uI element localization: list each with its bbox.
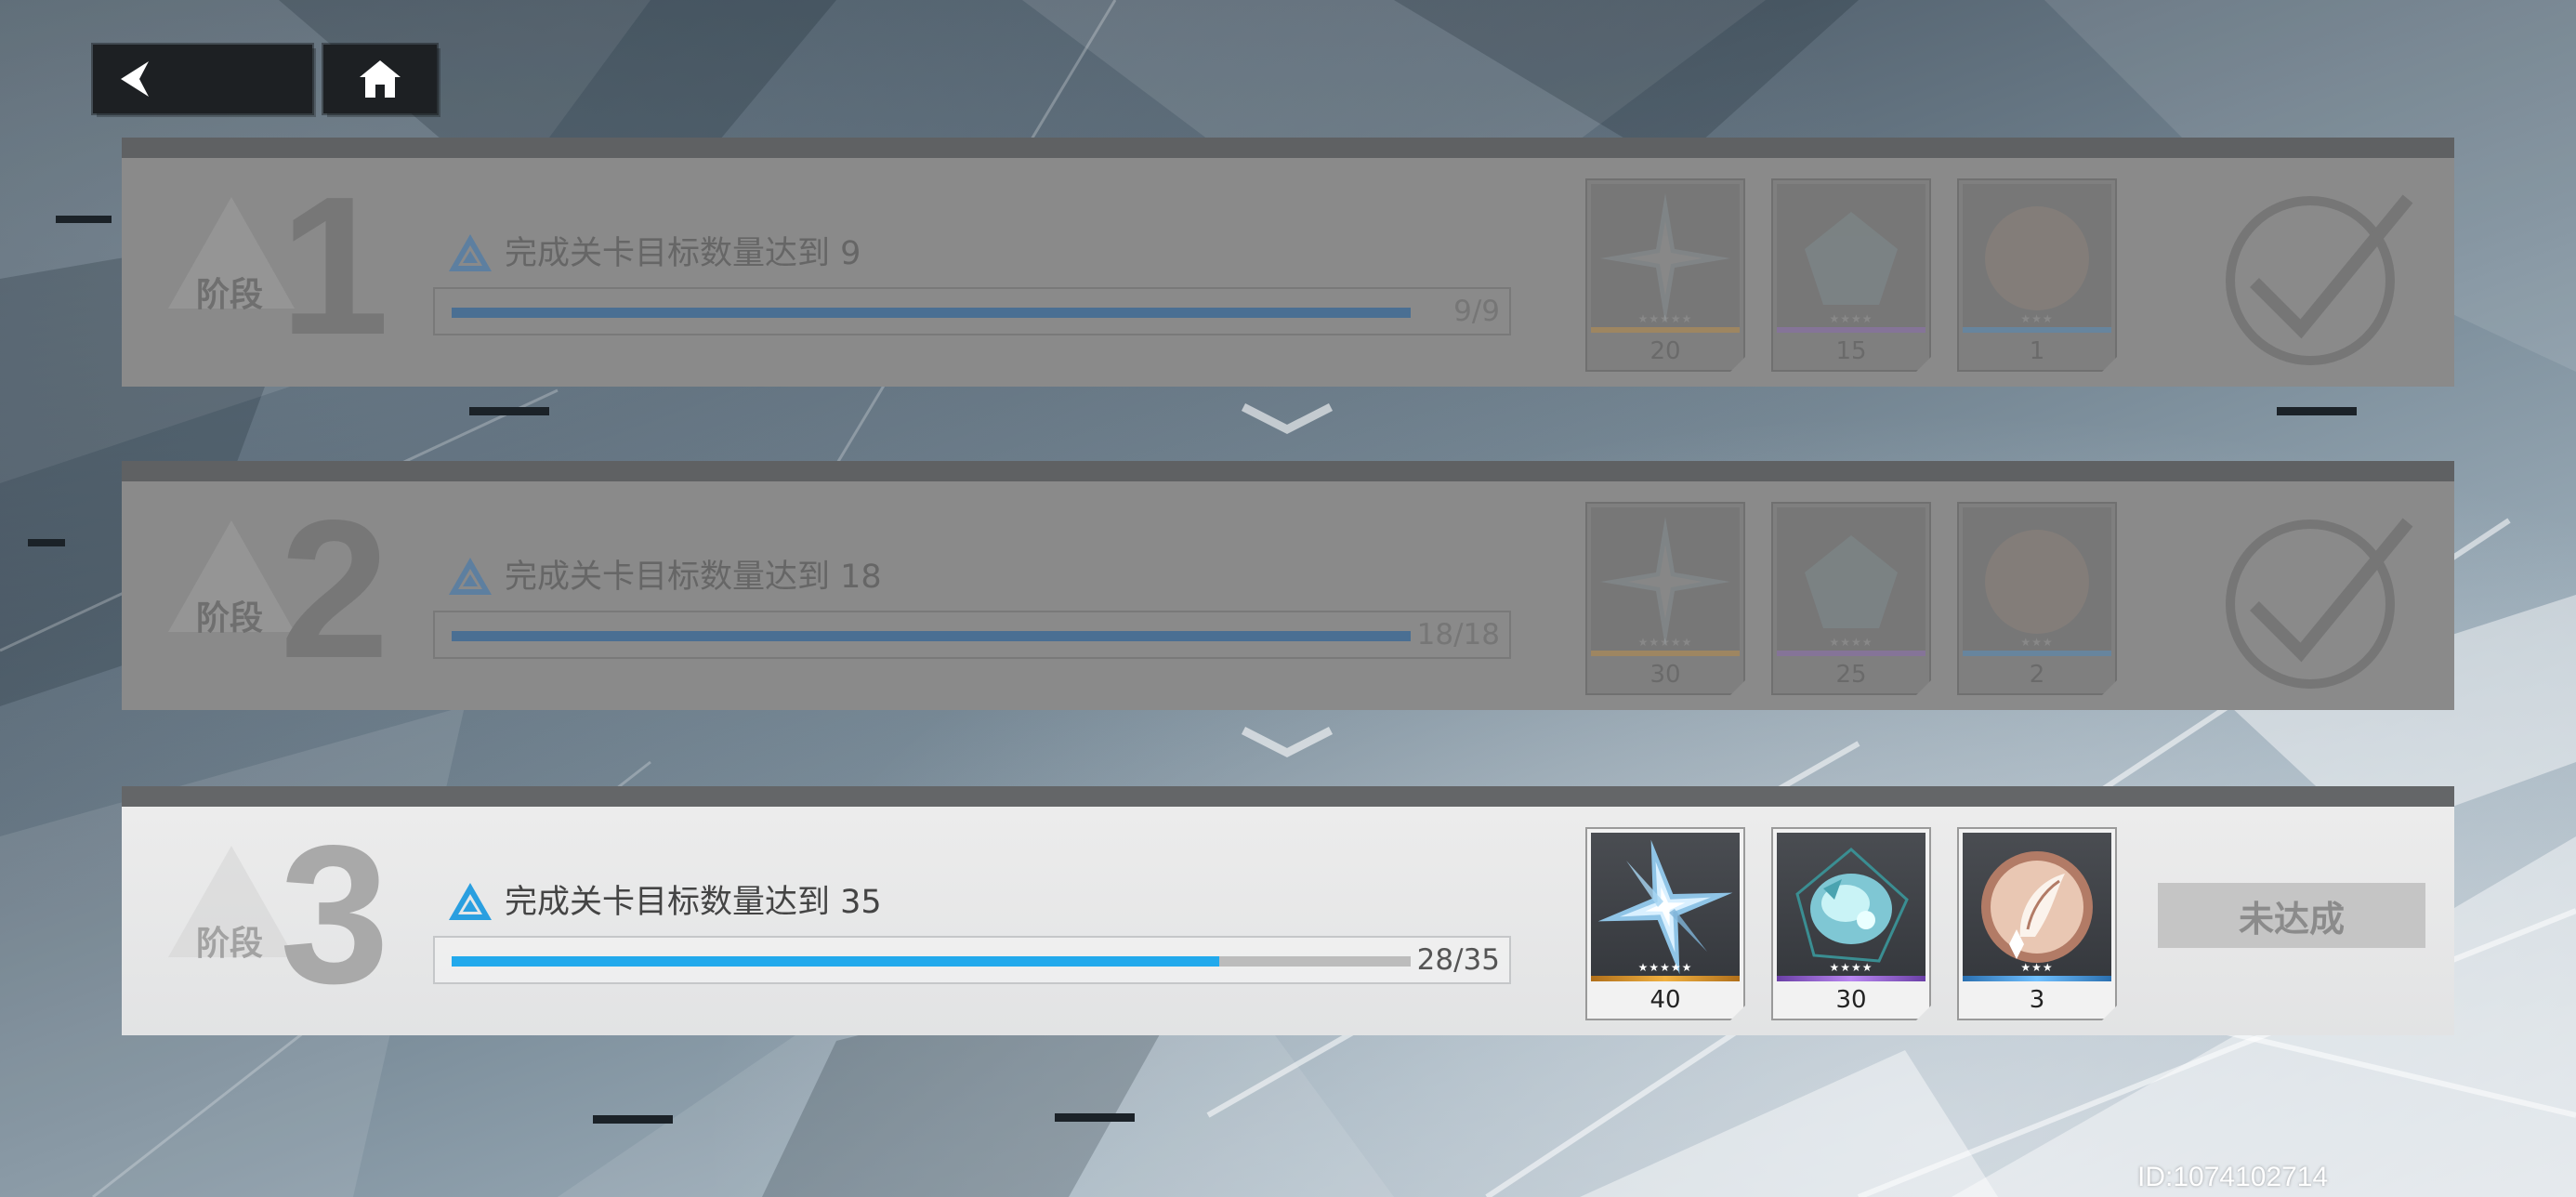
reward-art: ★★★★ bbox=[1777, 833, 1925, 981]
rarity-bar bbox=[1777, 327, 1925, 333]
reward-item[interactable]: ★★★★ 25 bbox=[1771, 502, 1931, 695]
stage-panel-2: 阶段 2 完成关卡目标数量达到 18 18/18 ★★★★★ 30 ★★★★ 2… bbox=[122, 461, 2454, 710]
feather-emblem-icon bbox=[1963, 833, 2111, 981]
progress-track bbox=[452, 308, 1411, 318]
task-description: 完成关卡目标数量达到 9 bbox=[505, 235, 861, 272]
rarity-bar bbox=[1591, 651, 1740, 656]
stage-label: 阶段 bbox=[196, 599, 264, 638]
progress-fill bbox=[452, 308, 1411, 318]
glowing-ore-icon bbox=[1777, 507, 1925, 656]
task-description: 完成关卡目标数量达到 18 bbox=[505, 559, 882, 596]
home-icon bbox=[360, 60, 401, 98]
rarity-bar bbox=[1777, 976, 1925, 981]
rarity-stars: ★★★★★ bbox=[1637, 961, 1693, 974]
crystal-star-icon bbox=[1591, 833, 1740, 981]
reward-item[interactable]: ★★★★ 30 bbox=[1771, 827, 1931, 1020]
reward-item[interactable]: ★★★ 3 bbox=[1957, 827, 2117, 1020]
rarity-stars: ★★★★ bbox=[1829, 961, 1873, 974]
reward-art: ★★★★★ bbox=[1591, 507, 1740, 656]
rarity-stars: ★★★★ bbox=[1829, 312, 1873, 325]
rarity-stars: ★★★★ bbox=[1829, 636, 1873, 649]
rarity-bar bbox=[1963, 651, 2111, 656]
reward-art: ★★★★ bbox=[1777, 184, 1925, 333]
reward-quantity: 2 bbox=[2029, 661, 2045, 689]
stage-panel-topbar bbox=[122, 138, 2454, 158]
stage-number: 3 bbox=[280, 807, 389, 1024]
task-triangle-icon bbox=[449, 883, 492, 920]
stage-number: 2 bbox=[280, 481, 389, 699]
glowing-ore-icon bbox=[1777, 184, 1925, 333]
rarity-stars: ★★★ bbox=[2020, 636, 2054, 649]
crystal-star-icon bbox=[1591, 507, 1740, 656]
reward-art: ★★★★★ bbox=[1591, 184, 1740, 333]
progress-fill bbox=[452, 631, 1411, 641]
crystal-star-icon bbox=[1591, 184, 1740, 333]
reward-art: ★★★★★ bbox=[1591, 833, 1740, 981]
stage-panel-body: 阶段 2 完成关卡目标数量达到 18 18/18 ★★★★★ 30 ★★★★ 2… bbox=[122, 481, 2454, 710]
progress-bar: 18/18 bbox=[433, 611, 1511, 659]
reward-art: ★★★ bbox=[1963, 184, 2111, 333]
reward-quantity: 25 bbox=[1835, 661, 1867, 689]
feather-emblem-icon bbox=[1963, 184, 2111, 333]
home-button[interactable] bbox=[323, 45, 437, 113]
stage-label: 阶段 bbox=[196, 276, 264, 314]
rarity-stars: ★★★★★ bbox=[1637, 312, 1693, 325]
stage-number: 1 bbox=[280, 158, 389, 375]
player-id: ID:1074102714 bbox=[2137, 1162, 2329, 1192]
reward-quantity: 1 bbox=[2029, 337, 2045, 365]
stage-panel-topbar bbox=[122, 786, 2454, 807]
back-button[interactable] bbox=[93, 45, 312, 113]
stage-panel-topbar bbox=[122, 461, 2454, 481]
reward-quantity: 15 bbox=[1835, 337, 1867, 365]
chevron-down-icon bbox=[1241, 402, 1334, 435]
reward-item[interactable]: ★★★★★ 30 bbox=[1585, 502, 1745, 695]
reward-quantity: 30 bbox=[1649, 661, 1681, 689]
completed-check-icon bbox=[2226, 194, 2413, 365]
task-description: 完成关卡目标数量达到 35 bbox=[505, 884, 882, 921]
progress-count: 28/35 bbox=[1416, 943, 1500, 977]
progress-fill bbox=[452, 956, 1219, 967]
progress-bar: 28/35 bbox=[433, 936, 1511, 984]
stage-panel-3: 阶段 3 完成关卡目标数量达到 35 28/35 ★★★★★ 40 ★★★★ 3… bbox=[122, 786, 2454, 1035]
progress-count: 9/9 bbox=[1453, 295, 1500, 328]
rarity-stars: ★★★ bbox=[2020, 312, 2054, 325]
reward-item[interactable]: ★★★★ 15 bbox=[1771, 178, 1931, 372]
reward-item[interactable]: ★★★★★ 20 bbox=[1585, 178, 1745, 372]
chevron-left-icon bbox=[121, 61, 149, 97]
reward-item[interactable]: ★★★ 1 bbox=[1957, 178, 2117, 372]
rarity-stars: ★★★★★ bbox=[1637, 636, 1693, 649]
rarity-bar bbox=[1591, 327, 1740, 333]
reward-quantity: 30 bbox=[1835, 986, 1867, 1014]
task-triangle-icon bbox=[449, 234, 492, 271]
stage-rewards-screen: 阶段 1 完成关卡目标数量达到 9 9/9 ★★★★★ 20 ★★★★ 15 ★… bbox=[0, 0, 2576, 1197]
rarity-stars: ★★★ bbox=[2020, 961, 2054, 974]
reward-art: ★★★ bbox=[1963, 507, 2111, 656]
rarity-bar bbox=[1777, 651, 1925, 656]
task-triangle-icon bbox=[449, 558, 492, 595]
completed-check-icon bbox=[2226, 518, 2413, 689]
reward-quantity: 20 bbox=[1649, 337, 1681, 365]
progress-bar: 9/9 bbox=[433, 287, 1511, 335]
not-achieved-button[interactable]: 未达成 bbox=[2158, 883, 2425, 948]
reward-art: ★★★★ bbox=[1777, 507, 1925, 656]
rarity-bar bbox=[1963, 327, 2111, 333]
stage-panel-1: 阶段 1 完成关卡目标数量达到 9 9/9 ★★★★★ 20 ★★★★ 15 ★… bbox=[122, 138, 2454, 387]
feather-emblem-icon bbox=[1963, 507, 2111, 656]
reward-quantity: 3 bbox=[2029, 986, 2045, 1014]
progress-track bbox=[452, 956, 1411, 967]
rarity-bar bbox=[1591, 976, 1740, 981]
stage-label: 阶段 bbox=[196, 925, 264, 963]
reward-item[interactable]: ★★★★★ 40 bbox=[1585, 827, 1745, 1020]
stage-panel-body: 阶段 3 完成关卡目标数量达到 35 28/35 ★★★★★ 40 ★★★★ 3… bbox=[122, 807, 2454, 1035]
reward-quantity: 40 bbox=[1649, 986, 1681, 1014]
stage-panel-body: 阶段 1 完成关卡目标数量达到 9 9/9 ★★★★★ 20 ★★★★ 15 ★… bbox=[122, 158, 2454, 387]
reward-item[interactable]: ★★★ 2 bbox=[1957, 502, 2117, 695]
progress-count: 18/18 bbox=[1416, 618, 1500, 651]
progress-track bbox=[452, 631, 1411, 641]
chevron-down-icon bbox=[1241, 726, 1334, 758]
rarity-bar bbox=[1963, 976, 2111, 981]
glowing-ore-icon bbox=[1777, 833, 1925, 981]
reward-art: ★★★ bbox=[1963, 833, 2111, 981]
